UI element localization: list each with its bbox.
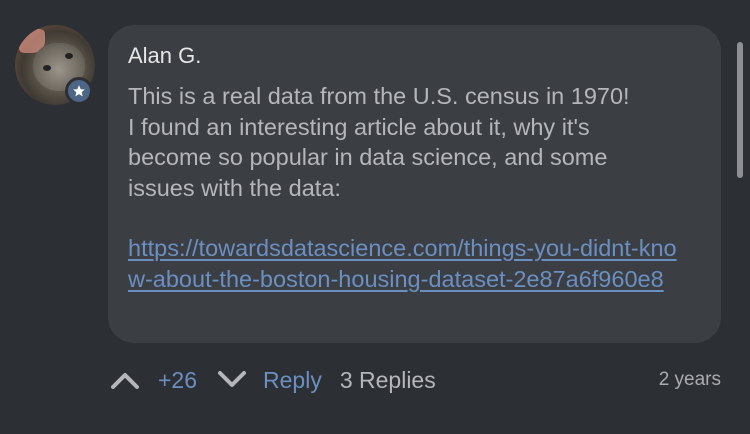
- upvote-button[interactable]: [108, 365, 142, 395]
- comment-actions: +26 Reply 3 Replies 2 years: [108, 362, 721, 398]
- reply-button[interactable]: Reply: [263, 367, 322, 394]
- star-icon: [73, 85, 85, 97]
- chevron-down-icon: [218, 371, 247, 387]
- comment-text: This is a real data from the U.S. census…: [128, 83, 630, 201]
- article-link[interactable]: https://towardsdatascience.com/things-yo…: [128, 233, 688, 295]
- vote-score: +26: [158, 366, 198, 393]
- author-name[interactable]: Alan G.: [128, 41, 701, 71]
- avatar-badge: [65, 77, 93, 105]
- replies-count-button[interactable]: 3 Replies: [340, 367, 436, 394]
- downvote-button[interactable]: [215, 365, 249, 395]
- comment-bubble: Alan G. This is a real data from the U.S…: [108, 25, 721, 343]
- avatar-eye: [43, 65, 51, 71]
- chevron-up-icon: [111, 373, 139, 389]
- timestamp: 2 years: [658, 369, 721, 390]
- scrollbar[interactable]: [737, 42, 743, 178]
- avatar-eye: [65, 53, 73, 59]
